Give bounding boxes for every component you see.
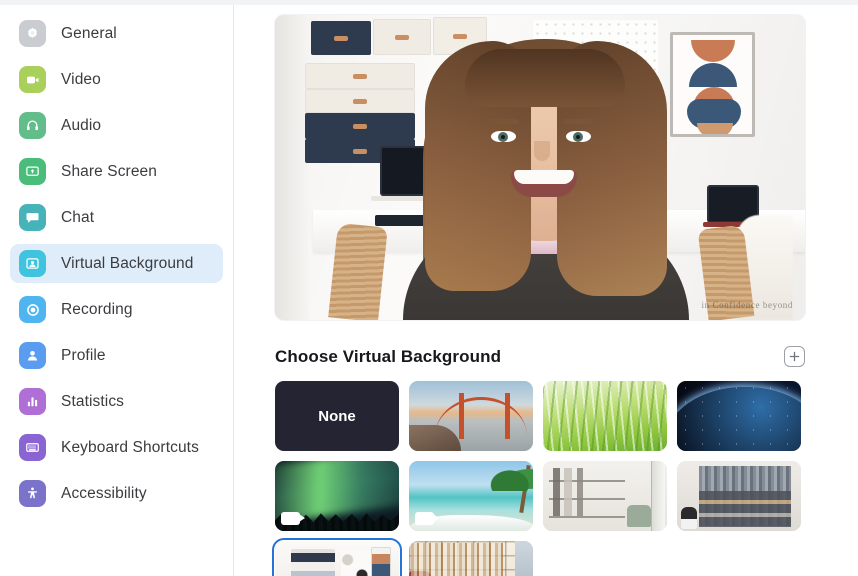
sidebar-item-general[interactable]: General [10,14,223,53]
thumbnail-image [409,541,533,576]
preview-watermark: in Confidence beyond [701,300,793,310]
zoom-settings-window: General Video Audio Share Screen Chat Virtual… [0,0,858,576]
window-top-strip [0,0,858,5]
preview-person-bangs [465,49,625,107]
sidebar-item-keyboard-shortcuts[interactable]: Keyboard Shortcuts [10,428,223,467]
preview-box-cream [373,19,431,55]
thumbnail-image [275,541,399,576]
sidebar-item-label: Share Screen [61,162,157,180]
virtual-background-grid: None [272,381,805,576]
virtual-background-icon [19,250,46,277]
none-label: None [318,407,356,425]
preview-wall-art [670,32,755,137]
sidebar-item-label: General [61,24,117,42]
video-background-badge-icon [281,512,305,525]
background-thumbnail-none[interactable]: None [275,381,399,451]
bar-chart-icon [19,388,46,415]
thumbnail-image [543,461,667,531]
chat-bubble-icon [19,204,46,231]
virtual-background-panel: in Confidence beyond Choose Virtual Back… [234,0,858,576]
thumbnail-image [543,381,667,451]
preview-person-mouth [511,170,577,197]
preview-drawer-2 [305,89,415,113]
person-icon [19,342,46,369]
choose-background-header: Choose Virtual Background [275,346,805,367]
preview-drawer-3 [305,113,415,139]
sidebar-item-label: Audio [61,116,102,134]
sidebar-item-profile[interactable]: Profile [10,336,223,375]
preview-drawer-1 [305,63,415,89]
background-thumbnail-earth-from-space[interactable] [677,381,801,451]
sidebar-item-audio[interactable]: Audio [10,106,223,145]
section-title: Choose Virtual Background [275,346,502,366]
background-thumbnail-grass[interactable] [543,381,667,451]
preview-person-eye-left [491,131,516,142]
preview-wall-left [275,15,309,320]
thumbnail-image [677,381,801,451]
sidebar-item-label: Profile [61,346,106,364]
sidebar-item-chat[interactable]: Chat [10,198,223,237]
keyboard-icon [19,434,46,461]
sidebar-item-virtual-background[interactable]: Virtual Background [10,244,223,283]
share-screen-icon [19,158,46,185]
thumbnail-image [677,461,801,531]
sidebar-item-share-screen[interactable]: Share Screen [10,152,223,191]
headphones-icon [19,112,46,139]
preview-chair-left [328,222,388,320]
preview-person-brow-left [489,119,519,124]
sidebar-item-video[interactable]: Video [10,60,223,99]
background-thumbnail-northern-lights[interactable] [275,461,399,531]
sidebar-item-label: Keyboard Shortcuts [61,438,199,456]
background-thumbnail-library-shelves[interactable] [409,541,533,576]
background-thumbnail-golden-gate-bridge[interactable] [409,381,533,451]
background-thumbnail-walk-in-closet[interactable] [677,461,801,531]
sidebar-item-accessibility[interactable]: Accessibility [10,474,223,513]
gear-icon [19,20,46,47]
preview-scene [275,15,805,320]
sidebar-item-label: Virtual Background [61,254,194,272]
video-camera-icon [19,66,46,93]
add-background-button[interactable] [784,346,805,367]
preview-person-brow-right [563,119,593,124]
video-self-preview[interactable]: in Confidence beyond [275,15,805,320]
settings-sidebar: General Video Audio Share Screen Chat Virtual… [0,0,234,576]
background-thumbnail-home-office[interactable] [272,538,402,576]
sidebar-item-label: Recording [61,300,133,318]
background-thumbnail-tropical-beach[interactable] [409,461,533,531]
accessibility-icon [19,480,46,507]
preview-person-eye-right [566,131,591,142]
sidebar-item-recording[interactable]: Recording [10,290,223,329]
background-thumbnail-modern-shelving[interactable] [543,461,667,531]
sidebar-item-statistics[interactable]: Statistics [10,382,223,421]
video-background-badge-icon [415,512,439,525]
preview-person-nose [534,141,550,161]
thumbnail-image [409,381,533,451]
sidebar-item-label: Chat [61,208,95,226]
sidebar-item-label: Statistics [61,392,125,410]
sidebar-item-label: Video [61,70,101,88]
preview-box-navy [311,21,371,55]
record-circle-icon [19,296,46,323]
sidebar-item-label: Accessibility [61,484,147,502]
